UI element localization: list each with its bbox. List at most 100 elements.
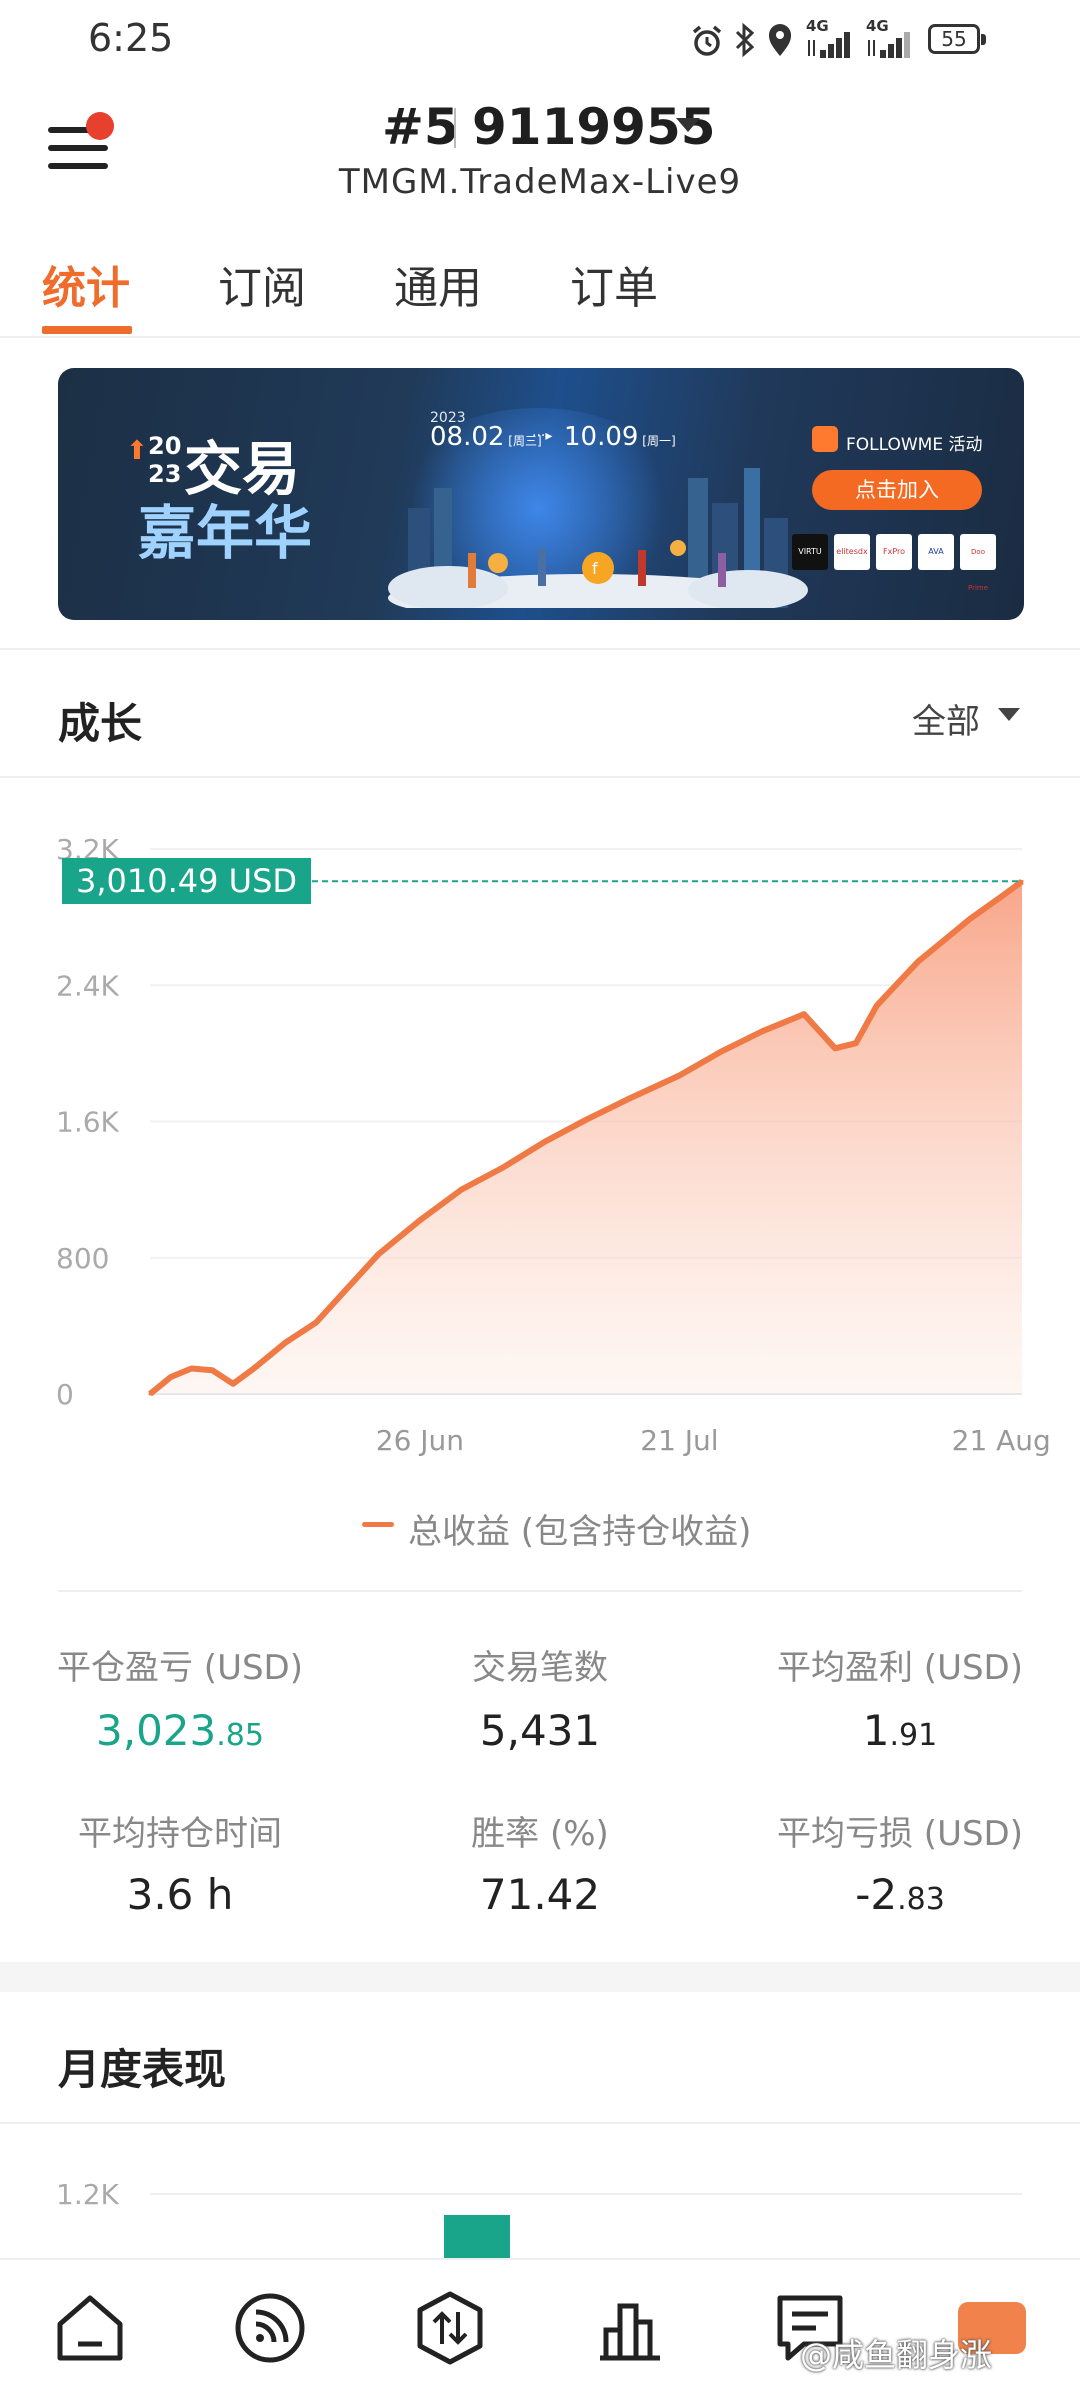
stat-value-decimal: .91 xyxy=(889,1718,938,1753)
bluetooth-icon xyxy=(735,22,755,58)
stat-value-win-rate: 71.42 xyxy=(360,1870,720,1919)
home-icon[interactable] xyxy=(50,2288,130,2368)
banner-date-start-value: 08.02 xyxy=(430,422,505,452)
y-tick-label: 1.6K xyxy=(56,1106,120,1139)
stat-value-main: 71.42 xyxy=(479,1870,601,1919)
data-point xyxy=(854,1041,858,1045)
tabs-divider xyxy=(0,336,1080,338)
stat-value-decimal: .83 xyxy=(897,1882,945,1917)
sponsor-logo-3: FxPro xyxy=(876,534,912,570)
promo-banner[interactable]: ⬆ 20 23 交易 嘉年华 2023 08.02 [周三] ···▸ 10.0… xyxy=(58,368,1024,620)
stat-value-trade-count: 5,431 xyxy=(360,1706,720,1755)
growth-title: 成长 xyxy=(58,699,143,748)
data-point xyxy=(1020,879,1024,883)
current-value-text: 3,010.49 USD xyxy=(76,862,298,901)
data-point xyxy=(937,942,941,946)
data-point xyxy=(345,1286,349,1290)
data-point xyxy=(677,1074,681,1078)
tab-orders[interactable]: 订单 xyxy=(570,252,658,316)
banner-title-line2: 嘉年华 xyxy=(138,499,313,567)
stat-value-avg-hold-time: 3.6 h xyxy=(0,1870,360,1919)
tab-stats[interactable]: 统计 xyxy=(42,252,130,316)
menu-icon-bar xyxy=(48,145,108,151)
data-point xyxy=(833,1046,837,1050)
data-point xyxy=(148,1392,152,1396)
stat-label-avg-loss: 平均亏损 (USD) xyxy=(777,1814,1023,1854)
data-point xyxy=(719,1050,723,1054)
chart-y-ticks: 08001.6K2.4K3.2K xyxy=(56,833,120,1411)
stat-label-trade-count: 交易笔数 xyxy=(472,1648,608,1688)
data-point xyxy=(999,895,1003,899)
monthly-title: 月度表现 xyxy=(58,2045,227,2094)
banner-logo-text: FOLLOWME 活动 xyxy=(846,435,983,455)
feed-icon[interactable] xyxy=(230,2288,310,2368)
data-point xyxy=(760,1029,764,1033)
banner-year-a: 20 xyxy=(148,432,182,460)
data-point xyxy=(459,1188,463,1192)
section-gap xyxy=(0,1962,1080,1992)
data-point xyxy=(584,1118,588,1122)
stat-value-decimal: .85 xyxy=(216,1718,264,1753)
data-point xyxy=(418,1218,422,1222)
stat-value-closed-pnl: 3,023.85 xyxy=(0,1706,360,1755)
growth-divider xyxy=(0,776,1080,778)
y-tick-label: 2.4K xyxy=(56,969,120,1002)
alarm-icon xyxy=(692,25,722,56)
chevron-down-icon[interactable] xyxy=(676,118,700,132)
banner-date-start: 08.02 [周三] xyxy=(430,422,542,452)
chart-x-ticks: 26 Jun 21 Jul 21 Aug xyxy=(376,1424,1051,1457)
server-name: TMGM.TradeMax-Live9 xyxy=(338,162,742,202)
data-point xyxy=(314,1320,318,1324)
stat-value-main: -2 xyxy=(855,1870,898,1919)
monthly-y-tick: 1.2K xyxy=(56,2178,120,2211)
join-button[interactable]: 点击加入 xyxy=(812,470,982,510)
legend-label[interactable]: 总收益 (包含持仓收益) xyxy=(408,1504,751,1553)
stat-value-avg-loss: -2.83 xyxy=(720,1870,1080,1919)
chevron-down-icon[interactable] xyxy=(998,708,1020,721)
trade-icon[interactable] xyxy=(410,2288,490,2368)
tab-active-indicator xyxy=(42,326,132,334)
stat-label-win-rate: 胜率 (%) xyxy=(471,1814,609,1854)
tab-general[interactable]: 通用 xyxy=(394,252,482,316)
stats-icon[interactable] xyxy=(590,2288,670,2368)
monthly-chart: 1.2K xyxy=(56,2178,1022,2260)
svg-text:f: f xyxy=(592,559,598,578)
sponsor-logo-4: AVA xyxy=(918,534,954,570)
data-point xyxy=(895,982,899,986)
x-tick-label: 21 Jul xyxy=(640,1424,718,1457)
stat-label-closed-pnl: 平仓盈亏 (USD) xyxy=(57,1648,303,1688)
battery-icon: 55 xyxy=(928,24,986,54)
data-point xyxy=(252,1366,256,1370)
banner-date-end: 10.09 [周一] xyxy=(564,422,676,452)
growth-area xyxy=(150,881,1022,1394)
section-divider xyxy=(0,648,1080,650)
data-point xyxy=(283,1341,287,1345)
stat-value-main: 5,431 xyxy=(479,1706,601,1755)
sponsor-logo-5: Doo Prime xyxy=(960,534,996,592)
stats-divider xyxy=(58,1590,1022,1592)
y-tick-label: 0 xyxy=(56,1378,74,1411)
signal-icon xyxy=(808,32,850,58)
signal-icon xyxy=(868,32,910,58)
followme-logo-icon xyxy=(812,426,838,452)
watermark: @咸鱼翻身涨 xyxy=(800,2336,993,2374)
banner-date-start-day-open: [ xyxy=(504,434,513,448)
stat-label-avg-hold-time: 平均持仓时间 xyxy=(78,1814,282,1854)
data-point xyxy=(210,1368,214,1372)
banner-date-end-value: 10.09 xyxy=(564,422,639,452)
stat-label-avg-profit: 平均盈利 (USD) xyxy=(777,1648,1023,1688)
data-point xyxy=(802,1012,806,1016)
data-point xyxy=(968,917,972,921)
data-point xyxy=(916,959,920,963)
stat-value-main: 1 xyxy=(862,1706,890,1755)
growth-filter-select[interactable]: 全部 xyxy=(912,694,980,743)
data-point xyxy=(190,1366,194,1370)
account-rank[interactable]: #5 xyxy=(382,98,459,156)
banner-city-illustration: f xyxy=(388,468,808,608)
tab-subscribe[interactable]: 订阅 xyxy=(218,252,306,316)
current-value-tag: 3,010.49 USD xyxy=(62,858,312,905)
data-point xyxy=(501,1165,505,1169)
data-point xyxy=(542,1140,546,1144)
banner-year-b: 23 xyxy=(148,460,182,488)
account-separator xyxy=(454,108,456,148)
